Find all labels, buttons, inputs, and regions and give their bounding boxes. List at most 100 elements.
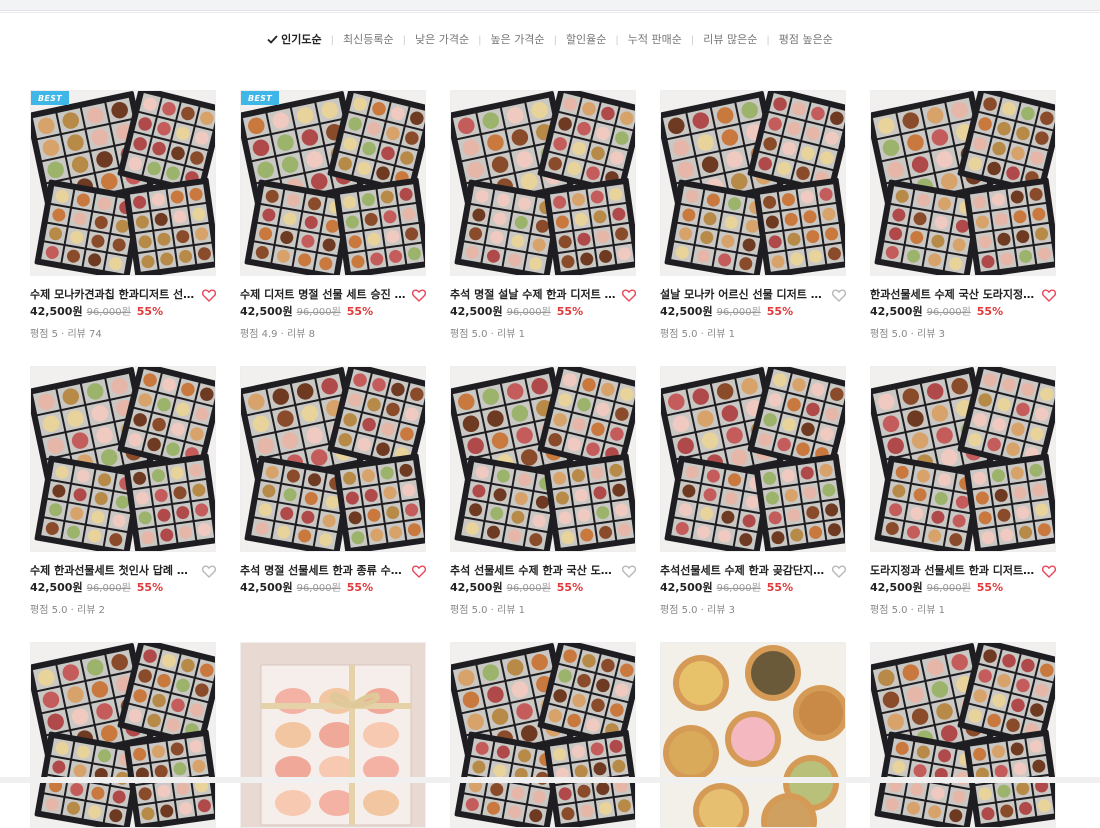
heart-icon[interactable]: [201, 563, 217, 578]
sort-option[interactable]: 최신등록순: [341, 31, 396, 47]
heart-icon[interactable]: [831, 563, 847, 578]
product-card[interactable]: BEST 수제 모나카견과칩 한과디저트 선물 세트 42,500원96,000원 5…: [30, 90, 217, 340]
horizontal-scrollbar[interactable]: [0, 777, 1100, 783]
heart-icon[interactable]: [1041, 287, 1057, 302]
original-price: 96,000원: [86, 583, 131, 594]
original-price: 96,000원: [716, 583, 761, 594]
sort-option[interactable]: 누적 판매순: [626, 31, 684, 47]
sort-option-label: 할인율순: [565, 33, 607, 46]
heart-icon[interactable]: [831, 287, 847, 302]
product-image[interactable]: [660, 90, 846, 276]
product-card[interactable]: 추석선물세트 수제 한과 곶감단지 도라지 42,500원96,000원 55% 평점…: [660, 366, 847, 616]
product-card[interactable]: 수제 한과선물세트 첫인사 답례 여자친구 42,500원96,000원 55% 평점…: [30, 366, 217, 616]
product-title[interactable]: 추석 선물세트 수제 한과 국산 도라지정과: [450, 562, 616, 578]
product-image[interactable]: [660, 642, 846, 828]
rating-review-count: 평점 5.0 · 리뷰 1: [870, 605, 945, 616]
sort-separator: |: [690, 35, 695, 46]
product-card[interactable]: 도라지정과 선물세트 한과 디저트 전통 42,500원 96,000원 55% 평점 …: [870, 366, 1057, 616]
rating-review-count: 평점 5.0 · 리뷰 2: [30, 605, 105, 616]
product-card[interactable]: [870, 642, 1056, 828]
product-title[interactable]: 수제 한과선물세트 첫인사 답례 여자친구: [30, 562, 196, 578]
original-price: 96,000원: [296, 583, 341, 594]
sort-option[interactable]: 낮은 가격순: [413, 31, 471, 47]
price-row: 42,500원 96,000원 55%: [660, 579, 846, 595]
sort-option[interactable]: 할인율순: [564, 31, 608, 47]
product-card[interactable]: 추석 명절 설날 수제 한과 디저트 선물 42,500원 96,000원 55% 평점…: [450, 90, 637, 340]
product-image[interactable]: [450, 90, 636, 276]
product-card[interactable]: 설날 모나카 어르신 선물 디저트 한과 세트 42,500원96,000원 55%…: [660, 90, 847, 340]
product-card[interactable]: [240, 642, 426, 828]
product-title[interactable]: 수제 디저트 명절 선물 세트 승진 인사: [240, 286, 406, 302]
price-row: 42,500원 96,000원 55%: [240, 303, 426, 319]
product-card[interactable]: [660, 642, 846, 828]
sale-price: 42,500원: [870, 581, 923, 594]
sort-option[interactable]: 리뷰 많은순: [701, 31, 759, 47]
product-card[interactable]: [30, 642, 216, 828]
rating-review-count: 평점 5 · 리뷰 74: [30, 329, 102, 340]
product-title[interactable]: 추석 명절 설날 수제 한과 디저트 선물: [450, 286, 616, 302]
product-title[interactable]: 한과선물세트 수제 국산 도라지정과 세트: [870, 286, 1036, 302]
rating-review-count: 평점 5.0 · 리뷰 1: [450, 329, 525, 340]
sort-option[interactable]: 평점 높은순: [777, 31, 835, 47]
sale-price: 42,500원: [30, 581, 83, 594]
sale-price: 42,500원: [450, 305, 503, 318]
divider: [0, 12, 1100, 13]
heart-icon[interactable]: [1041, 563, 1057, 578]
checkmark-icon: [267, 35, 278, 44]
rating-review-count: 평점 4.9 · 리뷰 8: [240, 329, 315, 340]
sort-separator: |: [402, 35, 406, 46]
product-title[interactable]: 추석 명절 선물세트 한과 종류 수제 디저트: [240, 562, 406, 578]
sort-separator: |: [553, 35, 557, 46]
best-badge: BEST: [241, 91, 279, 105]
sort-option-label: 누적 판매순: [627, 33, 682, 46]
price-row: 42,500원 96,000원 55%: [660, 303, 846, 319]
discount-rate: 55%: [346, 305, 374, 318]
heart-icon[interactable]: [411, 563, 427, 578]
rating-review-count: 평점 5.0 · 리뷰 3: [870, 329, 945, 340]
sort-option-label: 낮은 가격순: [414, 33, 470, 46]
product-title[interactable]: 추석선물세트 수제 한과 곶감단지 도라지: [660, 562, 826, 578]
discount-rate: 55%: [136, 305, 164, 318]
price-row: 42,500원 96,000원 55%: [240, 579, 426, 595]
product-image[interactable]: [450, 366, 636, 552]
price-row: 42,500원 96,000원 55%: [450, 303, 636, 319]
product-image[interactable]: [240, 642, 426, 828]
product-image[interactable]: [870, 642, 1056, 828]
heart-icon[interactable]: [411, 287, 427, 302]
sort-option[interactable]: 높은 가격순: [488, 31, 546, 47]
original-price: 96,000원: [926, 307, 971, 318]
product-image[interactable]: BEST: [30, 90, 216, 276]
price-row: 42,500원 96,000원 55%: [450, 579, 636, 595]
product-image[interactable]: [870, 366, 1056, 552]
product-title[interactable]: 수제 모나카견과칩 한과디저트 선물 세트: [30, 286, 196, 302]
product-card[interactable]: [450, 642, 636, 828]
product-image[interactable]: [30, 366, 216, 552]
product-image[interactable]: [450, 642, 636, 828]
product-image[interactable]: [30, 642, 216, 828]
product-image[interactable]: [660, 366, 846, 552]
sort-option-label: 리뷰 많은순: [703, 33, 758, 46]
discount-rate: 55%: [766, 581, 794, 594]
product-card[interactable]: 추석 명절 선물세트 한과 종류 수제 디저트 42,500원96,000원 55%: [240, 366, 427, 595]
sort-separator: |: [615, 35, 619, 46]
original-price: 96,000원: [506, 583, 551, 594]
product-title-row: 추석 선물세트 수제 한과 국산 도라지정과: [450, 562, 637, 578]
product-title[interactable]: 설날 모나카 어르신 선물 디저트 한과 세트: [660, 286, 826, 302]
sort-option-label: 평점 높은순: [778, 33, 833, 46]
product-card[interactable]: 한과선물세트 수제 국산 도라지정과 세트 42,500원96,000원 55% 평점…: [870, 90, 1057, 340]
sort-option[interactable]: 인기도순: [265, 31, 323, 47]
product-card[interactable]: 추석 선물세트 수제 한과 국산 도라지정과 42,500원96,000원 55% 평…: [450, 366, 637, 616]
product-title-row: 추석 명절 선물세트 한과 종류 수제 디저트: [240, 562, 427, 578]
heart-icon[interactable]: [621, 563, 637, 578]
product-image[interactable]: BEST: [240, 90, 426, 276]
sort-option-label: 인기도순: [281, 33, 322, 46]
heart-icon[interactable]: [201, 287, 217, 302]
discount-rate: 55%: [556, 581, 584, 594]
product-image[interactable]: [240, 366, 426, 552]
product-image[interactable]: [870, 90, 1056, 276]
heart-icon[interactable]: [621, 287, 637, 302]
product-title-row: 한과선물세트 수제 국산 도라지정과 세트: [870, 286, 1057, 302]
product-title[interactable]: 도라지정과 선물세트 한과 디저트 전통: [870, 562, 1036, 578]
product-card[interactable]: BEST 수제 디저트 명절 선물 세트 승진 인사 42,500원 96,000원 5…: [240, 90, 427, 340]
rating-review-count: 평점 5.0 · 리뷰 1: [450, 605, 525, 616]
